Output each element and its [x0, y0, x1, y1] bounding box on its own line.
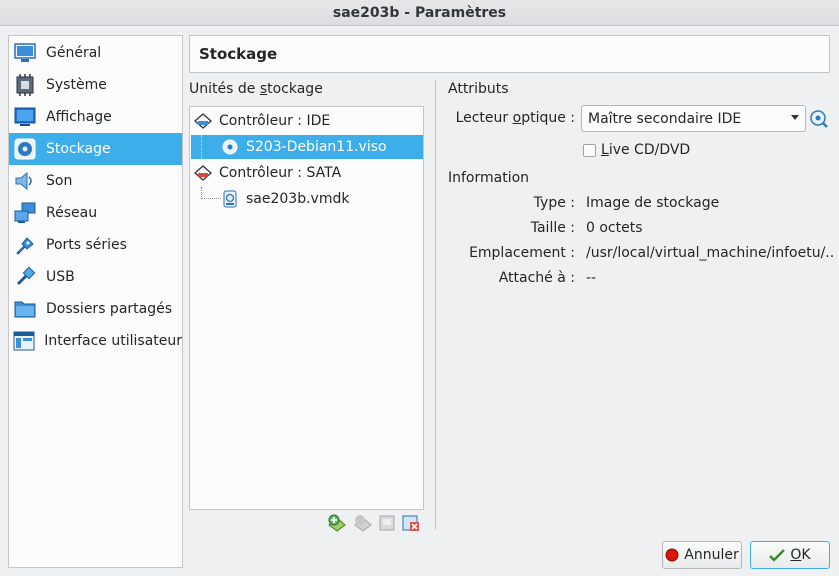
tree-item-label: sae203b.vmdk [246, 191, 350, 207]
info-type-value: Image de stockage [586, 195, 720, 211]
shared-folders-icon [13, 297, 37, 321]
sidebar-item-label: Stockage [46, 141, 111, 157]
label-text: Lecteur [455, 110, 513, 126]
sidebar-item-label: Affichage [46, 109, 112, 125]
cancel-button-label: Annuler [684, 547, 739, 563]
tree-branch-line [201, 135, 221, 159]
label-text: tockage [267, 81, 323, 97]
add-attachment-icon [354, 515, 372, 532]
sidebar-item-shared-folders[interactable]: Dossiers partagés [9, 293, 182, 325]
sidebar-item-label: Système [46, 77, 107, 93]
tree-item-label: Contrôleur : SATA [219, 165, 342, 181]
serial-ports-icon [13, 233, 37, 257]
choose-disk-button[interactable] [809, 109, 829, 129]
sidebar-item-label: Dossiers partagés [46, 301, 173, 317]
sidebar-item-audio[interactable]: Son [9, 165, 182, 197]
cancel-icon [665, 548, 679, 562]
sidebar-item-general[interactable]: Général [9, 37, 182, 69]
chevron-down-icon [791, 115, 799, 120]
remove-attachment-button [377, 513, 397, 533]
settings-category-list: Général Système Affichage Stockage Son R… [8, 35, 183, 568]
label-text: ptique : [521, 110, 575, 126]
info-location-label: Emplacement : [469, 245, 575, 261]
sidebar-item-label: Général [46, 45, 102, 61]
sidebar-item-user-interface[interactable]: Interface utilisateur [9, 325, 182, 357]
tree-item-controller-ide[interactable]: Contrôleur : IDE [192, 109, 423, 133]
label-text: Unités de [189, 81, 260, 97]
label-mnemonic: L [601, 142, 609, 158]
sidebar-item-display[interactable]: Affichage [9, 101, 182, 133]
sidebar-item-label: Ports séries [46, 237, 127, 253]
tree-branch-line [201, 187, 221, 199]
remove-attachment-icon [379, 515, 395, 531]
sidebar-item-label: Interface utilisateur [44, 333, 182, 349]
sidebar-item-label: USB [46, 269, 75, 285]
info-size-value: 0 octets [586, 220, 643, 236]
label-mnemonic: s [259, 81, 268, 97]
display-icon [13, 105, 37, 129]
info-size-label: Taille : [530, 220, 575, 236]
system-icon [13, 73, 37, 97]
info-location-value: /usr/local/virtual_machine/infoetu/... [586, 245, 834, 261]
remove-controller-button[interactable] [401, 513, 421, 533]
audio-icon [13, 169, 37, 193]
info-type-label: Type : [533, 195, 575, 211]
tree-item-optical-disc[interactable]: S203-Debian11.viso [191, 135, 423, 159]
network-icon [13, 201, 37, 225]
cancel-button[interactable]: Annuler [662, 541, 742, 569]
label-mnemonic: O [790, 547, 802, 563]
sidebar-item-usb[interactable]: USB [9, 261, 182, 293]
user-interface-icon [13, 329, 35, 353]
sidebar-item-network[interactable]: Réseau [9, 197, 182, 229]
hard-disk-icon [221, 190, 239, 208]
panel-divider [435, 80, 436, 530]
tree-item-controller-sata[interactable]: Contrôleur : SATA [192, 161, 423, 185]
live-cd-checkbox[interactable] [583, 144, 596, 157]
label-text: ive CD/DVD [608, 142, 691, 158]
sidebar-item-system[interactable]: Système [9, 69, 182, 101]
optical-drive-select[interactable]: Maître secondaire IDE [581, 105, 806, 132]
add-controller-button[interactable] [327, 513, 347, 533]
info-attached-label: Attaché à : [498, 270, 575, 286]
usb-icon [13, 265, 37, 289]
ok-button[interactable]: OK [750, 541, 830, 569]
sidebar-item-label: Réseau [46, 205, 98, 221]
storage-icon [13, 137, 37, 161]
info-attached-value: -- [586, 270, 597, 286]
remove-controller-icon [402, 515, 419, 531]
live-cd-label: Live CD/DVD [601, 142, 690, 158]
label-mnemonic: o [512, 110, 522, 126]
disc-search-icon [810, 110, 828, 128]
ok-button-label: OK [790, 547, 810, 563]
sata-controller-icon [194, 164, 212, 182]
optical-drive-value: Maître secondaire IDE [588, 110, 742, 127]
tree-item-hard-disk[interactable]: sae203b.vmdk [191, 187, 423, 211]
tree-item-label: Contrôleur : IDE [219, 113, 331, 129]
optical-disc-icon [221, 138, 239, 156]
sidebar-item-serial-ports[interactable]: Ports séries [9, 229, 182, 261]
sidebar-item-storage[interactable]: Stockage [9, 133, 182, 165]
page-title: Stockage [189, 35, 830, 73]
add-controller-icon [328, 514, 346, 532]
storage-devices-label: Unités de stockage [189, 81, 323, 97]
add-attachment-button [353, 513, 373, 533]
general-icon [13, 41, 37, 65]
ide-controller-icon [194, 112, 212, 130]
optical-drive-label: Lecteur optique : [440, 110, 575, 126]
sidebar-item-label: Son [46, 173, 73, 189]
tree-item-label: S203-Debian11.viso [246, 139, 387, 155]
label-text: K [801, 547, 811, 563]
storage-tree[interactable]: Contrôleur : IDE S203-Debian11.viso Cont… [189, 106, 424, 510]
ok-icon [769, 549, 786, 562]
information-label: Information [448, 170, 530, 186]
attributes-label: Attributs [448, 81, 509, 97]
window-title: sae203b - Paramètres [0, 0, 839, 26]
